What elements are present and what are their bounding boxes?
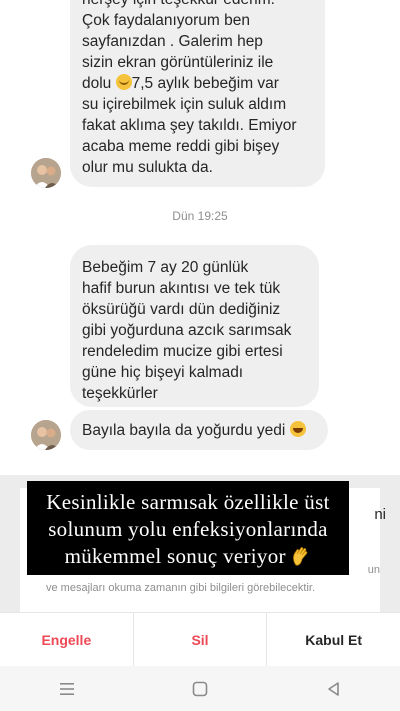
sender-avatar[interactable] — [31, 420, 61, 450]
message-line: rendeledim mucize gibi ertesi — [82, 343, 283, 360]
message-text: dolu — [82, 75, 116, 92]
message-line: sayfanızdan . Galerim hep — [82, 33, 263, 50]
laughing-emoji-icon — [289, 421, 306, 437]
message-line: su içirebilmek için suluk aldım — [82, 96, 287, 113]
message-timestamp: Dün 19:25 — [172, 209, 228, 223]
message-line: fakat aklıma şey takıldı. Emiyor — [82, 117, 297, 134]
message-line: Bebeğim 7 ay 20 günlük — [82, 259, 249, 276]
caption-text: mükemmel sonuç veriyor — [64, 544, 292, 568]
message-line: gibi yoğurduna azcık sarımsak — [82, 322, 292, 339]
message-bubble[interactable]: herşey için teşekkür ederim. Çok faydala… — [70, 0, 325, 187]
message-line: acaba meme reddi gibi bişey — [82, 138, 280, 155]
message-bubble[interactable]: Bebeğim 7 ay 20 günlük hafif burun akınt… — [70, 245, 319, 407]
caption-line: mükemmel sonuç veriyor — [27, 543, 349, 570]
message-line: hafif burun akıntısı ve tek tük — [82, 280, 281, 297]
message-line: güne hiç bişeyi kalmadı — [82, 364, 244, 381]
caption-line: solunum yolu enfeksiyonlarında — [48, 517, 328, 541]
back-icon[interactable] — [313, 674, 353, 704]
message-line: sizin ekran görüntüleriniz ile — [82, 54, 274, 71]
message-line: öksürüğü vardı dün dediğiniz — [82, 301, 281, 318]
caption-line: Kesinlikle sarmısak özellikle üst — [46, 490, 330, 514]
message-line: dolu 7,5 aylık bebeğim var — [82, 73, 313, 94]
waving-hand-icon — [291, 545, 311, 567]
accept-button[interactable]: Kabul Et — [266, 613, 400, 667]
delete-button[interactable]: Sil — [132, 613, 267, 667]
block-button[interactable]: Engelle — [0, 613, 133, 667]
home-icon[interactable] — [180, 674, 220, 704]
message-line: herşey için teşekkür ederim. — [82, 0, 313, 10]
hug-emoji-icon — [115, 74, 132, 90]
menu-icon[interactable] — [47, 674, 87, 704]
system-navigation-bar — [0, 666, 400, 711]
message-text: 7,5 aylık bebeğim var — [131, 75, 279, 92]
request-text-fragment: ni — [374, 506, 386, 523]
message-text: Bayıla bayıla da yoğurdu yedi — [82, 422, 290, 439]
sender-avatar[interactable] — [31, 158, 61, 188]
story-caption-overlay: Kesinlikle sarmısak özellikle üst solunu… — [27, 481, 349, 575]
message-bubble[interactable]: Bayıla bayıla da yoğurdu yedi — [70, 410, 328, 450]
message-line: olur mu sulukta da. — [82, 159, 213, 176]
message-line: teşekkürler — [82, 385, 158, 402]
request-actions: Engelle Sil Kabul Et — [0, 612, 400, 667]
request-text-fragment: un — [367, 564, 380, 576]
request-info-text: ve mesajları okuma zamanın gibi bilgiler… — [46, 582, 316, 594]
message-line: Çok faydalanıyorum ben — [82, 12, 251, 29]
